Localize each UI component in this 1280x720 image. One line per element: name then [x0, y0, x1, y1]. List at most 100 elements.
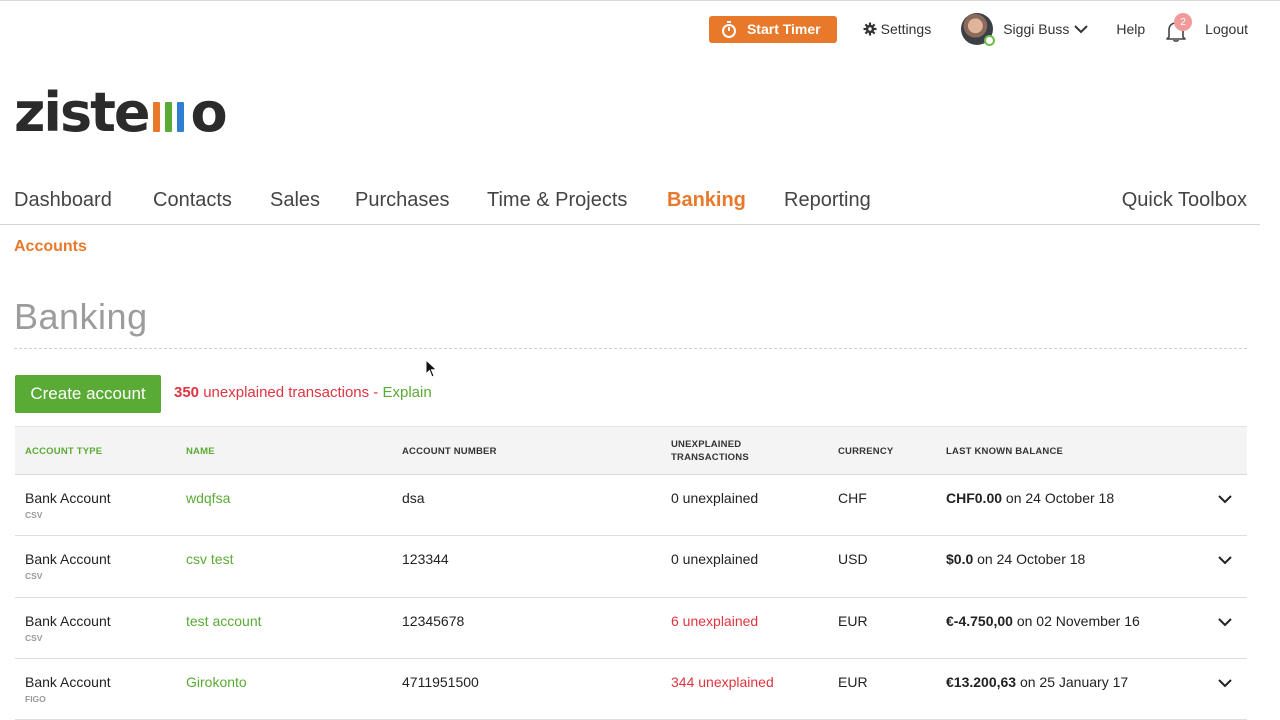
help-label: Help [1116, 21, 1146, 37]
account-source: FIGO [25, 693, 46, 704]
last-known-balance: CHF0.00 on 24 October 18 [946, 490, 1114, 506]
account-name-link[interactable]: Girokonto [186, 674, 247, 690]
currency: CHF [838, 490, 867, 506]
table-row: Bank Account CSV wdqfsa dsa 0 unexplaine… [15, 475, 1247, 537]
explain-link[interactable]: Explain [382, 384, 431, 401]
account-number: 4711951500 [402, 673, 479, 690]
top-bar: Start Timer Settings Siggi Buss Help 2 L… [708, 13, 1248, 46]
unexplained-transactions-notice: 350 unexplained transactions - Explain [174, 384, 432, 401]
logout-link[interactable]: Logout [1205, 21, 1248, 37]
account-type: Bank Account [25, 673, 111, 690]
nav-reporting[interactable]: Reporting [784, 189, 871, 212]
table-row: Bank Account CSV csv test 123344 0 unexp… [15, 536, 1247, 598]
nav-contacts[interactable]: Contacts [153, 189, 232, 212]
unexplained-transactions: 0 unexplained [671, 490, 759, 506]
nav-purchases[interactable]: Purchases [355, 189, 450, 212]
title-divider [14, 348, 1247, 349]
account-name-link[interactable]: wdqfsa [186, 490, 230, 506]
top-border [0, 0, 1280, 1]
unexplained-count: 350 [174, 384, 200, 401]
table-row: Bank Account CSV test account 12345678 6… [15, 598, 1247, 659]
row-expand-button[interactable] [1217, 614, 1233, 630]
logo-bar-orange [152, 102, 160, 132]
unexplained-transactions: 0 unexplained [671, 551, 759, 568]
currency: EUR [838, 612, 868, 629]
header-account-type[interactable]: Account Type [25, 445, 102, 458]
start-timer-label: Start Timer [746, 21, 821, 37]
chevron-down-icon [1218, 556, 1232, 565]
last-known-balance: €13.200,63 on 25 January 17 [946, 674, 1128, 690]
header-unexplained-transactions: Unexplained Transactions [671, 438, 749, 464]
balance-amount: €-4.750,00 [946, 612, 1013, 629]
account-name-link[interactable]: csv test [186, 551, 233, 567]
chevron-down-icon [1218, 495, 1232, 504]
header-name[interactable]: Name [186, 445, 215, 458]
last-known-balance: €-4.750,00 on 02 November 16 [946, 613, 1140, 629]
table-row: Bank Account FIGO Girokonto 4711951500 3… [15, 659, 1247, 720]
account-type: Bank Account [25, 612, 111, 629]
nav-time-projects[interactable]: Time & Projects [487, 189, 627, 212]
balance-amount: €13.200,63 [946, 673, 1017, 690]
logo-text-left: ziste [14, 81, 151, 144]
create-account-button[interactable]: Create account [15, 375, 161, 413]
gear-icon [863, 22, 877, 36]
start-timer-button[interactable]: Start Timer [708, 15, 837, 43]
user-name: Siggi Buss [1003, 21, 1070, 37]
balance-amount: CHF0.00 [946, 490, 1003, 506]
unexplained-transactions[interactable]: 6 unexplained [671, 613, 758, 629]
nav-sales[interactable]: Sales [270, 189, 320, 212]
notification-count-badge: 2 [1174, 13, 1193, 31]
balance-amount: $0.0 [946, 551, 974, 568]
header-currency: Currency [838, 446, 894, 457]
chevron-down-icon [1074, 24, 1089, 33]
row-expand-button[interactable] [1217, 675, 1233, 691]
logo-text-right: o [190, 81, 228, 144]
logo-bar-green [164, 102, 172, 132]
header-unexplained-line2: Transactions [671, 452, 749, 463]
nav-divider [0, 224, 1260, 225]
notifications-button[interactable]: 2 [1165, 13, 1193, 42]
header-account-number: Account Number [402, 446, 497, 457]
unexplained-transactions[interactable]: 344 unexplained [671, 674, 774, 690]
logo-bar-blue [176, 102, 184, 132]
balance-date: on 25 January 17 [1016, 673, 1129, 690]
settings-link[interactable]: Settings [863, 21, 932, 37]
account-name-link[interactable]: test account [186, 613, 262, 629]
account-source: CSV [25, 571, 43, 582]
chevron-down-icon [1218, 679, 1232, 688]
header-unexplained-line1: Unexplained [671, 439, 742, 450]
logo-bars [152, 98, 189, 132]
unexplained-text: unexplained transactions - [199, 384, 383, 401]
nav-dashboard[interactable]: Dashboard [14, 189, 112, 212]
account-type: Bank Account [25, 490, 111, 506]
logout-label: Logout [1205, 21, 1248, 37]
avatar [961, 13, 996, 46]
mouse-cursor-icon [425, 359, 438, 378]
page-title: Banking [14, 296, 148, 337]
currency: USD [838, 551, 868, 568]
subnav-accounts[interactable]: Accounts [14, 238, 87, 256]
last-known-balance: $0.0 on 24 October 18 [946, 551, 1085, 567]
zistemo-logo[interactable]: ziste o [14, 81, 228, 144]
table-header: Account Type Name Account Number Unexpla… [15, 426, 1247, 475]
user-menu[interactable]: Siggi Buss [961, 13, 1089, 46]
account-number: 123344 [402, 551, 449, 568]
quick-toolbox-link[interactable]: Quick Toolbox [1122, 189, 1247, 212]
balance-date: on 24 October 18 [1002, 490, 1115, 506]
online-status-icon [984, 35, 996, 46]
row-expand-button[interactable] [1217, 552, 1233, 568]
nav-banking[interactable]: Banking [667, 189, 746, 212]
account-number: dsa [402, 490, 425, 506]
chevron-down-icon [1218, 617, 1232, 627]
settings-label: Settings [880, 21, 932, 37]
balance-date: on 24 October 18 [973, 551, 1086, 568]
row-expand-button[interactable] [1217, 491, 1233, 507]
header-last-known-balance: Last Known Balance [946, 446, 1064, 457]
accounts-table: Account Type Name Account Number Unexpla… [15, 426, 1247, 720]
account-number: 12345678 [402, 612, 465, 629]
main-nav: Dashboard Contacts Sales Purchases Time … [14, 189, 1247, 217]
account-source: CSV [25, 632, 43, 643]
help-link[interactable]: Help [1116, 21, 1145, 37]
balance-date: on 02 November 16 [1012, 612, 1140, 629]
account-type: Bank Account [25, 551, 111, 568]
